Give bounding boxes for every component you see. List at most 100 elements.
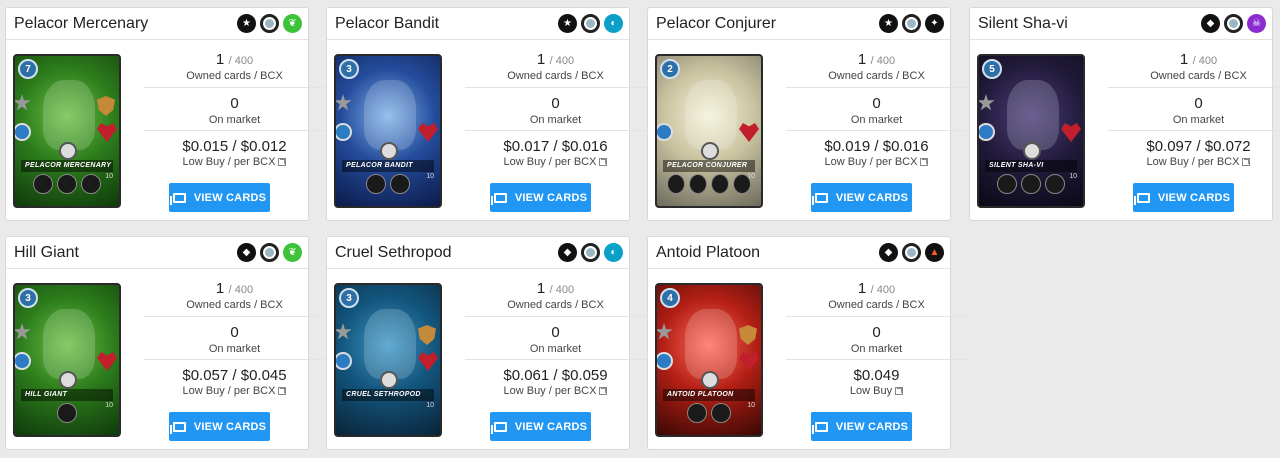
fire-element-icon: ▲ [925,243,944,262]
neutral-mana-icon [581,243,600,262]
view-cards-button[interactable]: VIEW CARDS [490,412,591,441]
mana-cost: 3 [339,59,359,79]
owned-total: / 400 [870,284,896,296]
view-cards-button[interactable]: VIEW CARDS [169,183,270,212]
owned-label: Owned cards / BCX [828,299,925,311]
view-cards-button[interactable]: VIEW CARDS [1133,183,1234,212]
card-art[interactable]: 3 HILL GIANT 10 [13,283,121,437]
external-link-icon[interactable] [599,387,608,396]
card-tile-hill-giant: Hill Giant ◆ ❦ 3 HILL GIANT 10 1 / 400 O… [5,236,325,450]
owned-count: 1 [857,51,867,68]
view-cards-button[interactable]: VIEW CARDS [490,183,591,212]
external-link-icon[interactable] [895,387,904,396]
price-value: $0.057 / $0.045 [182,367,287,384]
card-art-title: PELACOR MERCENARY [21,160,113,172]
market-count: 0 [872,95,881,112]
external-link-icon[interactable] [920,158,929,167]
price-value: $0.017 / $0.016 [503,138,608,155]
owned-total: / 400 [1192,55,1218,67]
cards-icon [1133,192,1150,205]
card-stats: 1 / 400 Owned cards / BCX 0 On market $0… [786,269,967,407]
price-label: Low Buy / per BCX [182,385,276,397]
earth-element-icon: ❦ [283,14,302,33]
cards-icon [169,192,186,205]
owned-total: / 400 [228,284,254,296]
rarity-icon: ◆ [558,243,577,262]
death-element-icon: ☠ [1247,14,1266,33]
owned-count: 1 [1179,51,1189,68]
owned-total: / 400 [549,284,575,296]
market-label: On market [208,114,261,126]
cards-icon [490,192,507,205]
card-art-title: CRUEL SETHROPOD [342,389,434,401]
owned-count: 1 [215,280,225,297]
badge-group: ◆ ▲ [879,243,944,262]
badge-group: ◆ ◐ [558,243,623,262]
market-count: 0 [872,324,881,341]
card-stats: 1 / 400 Owned cards / BCX 0 On market $0… [144,269,325,407]
owned-label: Owned cards / BCX [507,70,604,82]
card-art[interactable]: 2 PELACOR CONJURER 10 [655,54,763,208]
card-name: Silent Sha-vi [978,14,1068,32]
card-art[interactable]: 3 CRUEL SETHROPOD 10 [334,283,442,437]
rarity-icon: ◆ [879,243,898,262]
card-art-title: SILENT SHA-VI [985,160,1077,172]
price-label: Low Buy [849,385,893,397]
badge-group: ◆ ❦ [237,243,302,262]
card-header: Pelacor Conjurer ★ ✦ [648,8,950,40]
cards-icon [811,421,828,434]
rarity-icon: ★ [237,14,256,33]
earth-element-icon: ❦ [283,243,302,262]
market-label: On market [1172,114,1225,126]
market-count: 0 [230,324,239,341]
mana-cost: 7 [18,59,38,79]
price-value: $0.049 [853,367,900,384]
market-count: 0 [1194,95,1203,112]
price-label: Low Buy / per BCX [503,385,597,397]
card-header: Silent Sha-vi ◆ ☠ [970,8,1272,40]
neutral-mana-icon [1224,14,1243,33]
mana-cost: 3 [18,288,38,308]
cards-icon [811,192,828,205]
external-link-icon[interactable] [278,158,287,167]
price-label: Low Buy / per BCX [182,156,276,168]
card-name: Antoid Platoon [656,243,761,261]
owned-label: Owned cards / BCX [186,299,283,311]
market-label: On market [529,343,582,355]
owned-label: Owned cards / BCX [1150,70,1247,82]
view-cards-button[interactable]: VIEW CARDS [811,412,912,441]
owned-label: Owned cards / BCX [186,70,283,82]
rarity-icon: ◆ [237,243,256,262]
market-label: On market [850,343,903,355]
price-label: Low Buy / per BCX [503,156,597,168]
mana-cost: 5 [982,59,1002,79]
card-stats: 1 / 400 Owned cards / BCX 0 On market $0… [465,40,646,178]
badge-group: ◆ ☠ [1201,14,1266,33]
card-tile-antoid-platoon: Antoid Platoon ◆ ▲ 4 ANTOID PLATOON 10 1… [647,236,967,450]
card-stats: 1 / 400 Owned cards / BCX 0 On market $0… [786,40,967,178]
rarity-icon: ★ [558,14,577,33]
external-link-icon[interactable] [599,158,608,167]
card-art[interactable]: 4 ANTOID PLATOON 10 [655,283,763,437]
mana-cost: 2 [660,59,680,79]
card-header: Antoid Platoon ◆ ▲ [648,237,950,269]
badge-group: ★ ✦ [879,14,944,33]
cards-icon [490,421,507,434]
view-cards-button[interactable]: VIEW CARDS [169,412,270,441]
card-art[interactable]: 5 SILENT SHA-VI 10 [977,54,1085,208]
external-link-icon[interactable] [278,387,287,396]
owned-count: 1 [857,280,867,297]
card-header: Pelacor Bandit ★ ◐ [327,8,629,40]
market-label: On market [208,343,261,355]
life-element-icon: ✦ [925,14,944,33]
card-art[interactable]: 3 PELACOR BANDIT 10 [334,54,442,208]
card-art[interactable]: 7 PELACOR MERCENARY 10 [13,54,121,208]
owned-label: Owned cards / BCX [507,299,604,311]
owned-total: / 400 [549,55,575,67]
card-name: Cruel Sethropod [335,243,452,261]
neutral-mana-icon [260,14,279,33]
view-cards-button[interactable]: VIEW CARDS [811,183,912,212]
card-tile-cruel-sethropod: Cruel Sethropod ◆ ◐ 3 CRUEL SETHROPOD 10… [326,236,646,450]
external-link-icon[interactable] [1242,158,1251,167]
price-label: Low Buy / per BCX [824,156,918,168]
